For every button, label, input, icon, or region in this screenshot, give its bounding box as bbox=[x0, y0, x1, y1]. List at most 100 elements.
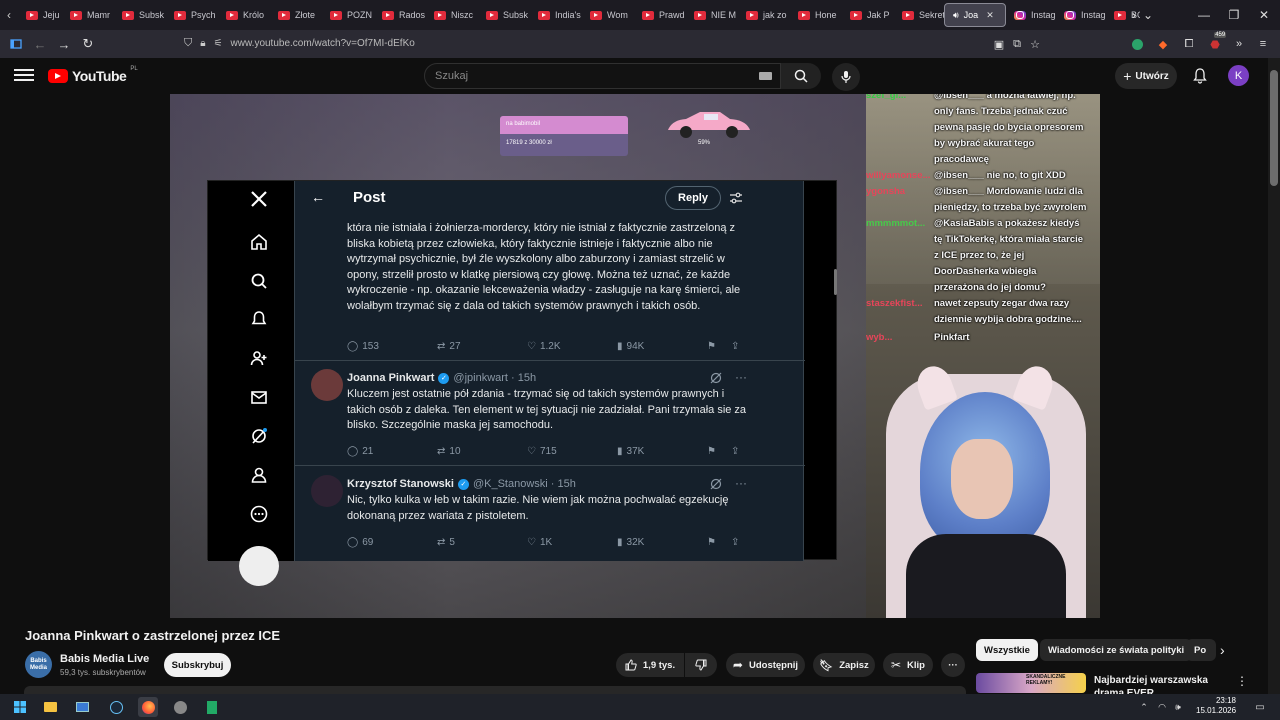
share-button[interactable]: ➦ Udostępnij bbox=[726, 653, 805, 677]
browser-tab[interactable]: Jeju Is bbox=[18, 0, 62, 30]
lock-icon[interactable]: 🔒︎ bbox=[200, 38, 205, 49]
pink-car-icon bbox=[668, 112, 750, 138]
tab-list-chevron-icon[interactable]: ⌄ bbox=[1130, 0, 1166, 30]
clip-button[interactable]: ✂ Klip bbox=[883, 653, 933, 677]
browser-tab[interactable]: Hone bbox=[790, 0, 842, 30]
fox-extension-icon[interactable]: ◆ bbox=[1154, 35, 1172, 53]
create-button[interactable]: + Utwórz bbox=[1115, 63, 1177, 89]
more-actions-button[interactable]: ··· bbox=[941, 653, 965, 677]
chip-more[interactable]: Po bbox=[1186, 639, 1216, 661]
calculator-icon[interactable] bbox=[202, 697, 222, 717]
windows-start-icon[interactable] bbox=[10, 697, 30, 717]
file-explorer-icon[interactable] bbox=[40, 697, 60, 717]
subscribe-button[interactable]: Subskrybuj bbox=[164, 653, 231, 677]
windows-taskbar: ⌃ ◠ 🕪︎ ▭ bbox=[0, 694, 1280, 720]
youtube-favicon-icon bbox=[642, 10, 654, 20]
related-video-title[interactable]: Najbardziej warszawska drama EVER bbox=[1094, 674, 1234, 694]
browser-tab[interactable]: Instag bbox=[1006, 0, 1056, 30]
browser-tab[interactable]: Psych bbox=[166, 0, 218, 30]
notifications-center-icon[interactable]: ▭ bbox=[1250, 697, 1270, 717]
address-bar[interactable]: ⛉ 🔒︎ ⚟ www.youtube.com/watch?v=Of7MI-dEf… bbox=[176, 32, 1052, 55]
tab-scroll-left-icon[interactable]: ‹ bbox=[0, 0, 18, 30]
app-menu-icon[interactable]: ≡ bbox=[1254, 35, 1272, 53]
browser-tab[interactable]: Jak P bbox=[842, 0, 894, 30]
adblock-extension-icon[interactable]: ⬣ 459 bbox=[1206, 31, 1227, 53]
browser-tab[interactable]: Rados bbox=[374, 0, 426, 30]
url-text[interactable]: www.youtube.com/watch?v=Of7MI-dEfKo bbox=[231, 38, 415, 49]
system-clock[interactable]: 23:18 15.01.2026 bbox=[1196, 696, 1236, 716]
keyboard-icon[interactable] bbox=[759, 72, 772, 80]
permissions-icon[interactable]: ⚟ bbox=[214, 38, 223, 49]
chat-message: staszekfist... nawet zepsuty zegar dwa ra… bbox=[860, 296, 1100, 312]
bookmark-star-icon[interactable]: ☆ bbox=[1026, 35, 1044, 53]
x-filter-icon bbox=[727, 189, 745, 207]
vpn-extension-icon[interactable] bbox=[1128, 35, 1146, 53]
back-icon[interactable]: ← bbox=[28, 32, 52, 56]
save-button[interactable]: 🔖︎ Zapisz bbox=[813, 653, 875, 677]
browser-tab[interactable]: Wom bbox=[582, 0, 634, 30]
like-button[interactable]: 1,9 tys. bbox=[616, 653, 684, 677]
tab-close-icon[interactable]: ✕ bbox=[986, 10, 994, 21]
search-input[interactable]: Szukaj bbox=[424, 63, 781, 89]
chat-message: przerażona do jej domu? bbox=[860, 280, 1100, 296]
youtube-favicon-icon bbox=[590, 10, 602, 20]
browser-tab[interactable]: Subsk bbox=[478, 0, 530, 30]
browser-tab[interactable]: POZN bbox=[322, 0, 374, 30]
browser-tab[interactable]: Subsk bbox=[114, 0, 166, 30]
related-more-icon[interactable]: ⋮ bbox=[1236, 674, 1248, 688]
browser-tab[interactable]: Królo bbox=[218, 0, 270, 30]
reload-icon[interactable]: ↻ bbox=[76, 32, 100, 56]
close-window-button[interactable]: ✕ bbox=[1246, 0, 1280, 30]
shield-icon[interactable]: ⛉ bbox=[184, 37, 192, 50]
speaker-icon[interactable]: 🔊︎ bbox=[953, 10, 959, 21]
browser-tab[interactable]: Sekret bbox=[894, 0, 944, 30]
channel-name[interactable]: Babis Media Live bbox=[60, 653, 149, 665]
more-dots-icon: ··· bbox=[735, 370, 747, 384]
chat-text: @ibsen___ a można łatwiej, np. bbox=[934, 94, 1076, 101]
youtube-logo-text: YouTube bbox=[72, 68, 127, 84]
chips-next-chevron-icon[interactable]: › bbox=[1220, 642, 1225, 658]
instagram-favicon-icon bbox=[1014, 10, 1026, 20]
browser-tab[interactable]: Prawd bbox=[634, 0, 686, 30]
dislike-button[interactable] bbox=[685, 653, 717, 677]
overflow-menu-icon[interactable]: » bbox=[1230, 35, 1248, 53]
messages-icon bbox=[249, 387, 269, 407]
firefox-icon[interactable] bbox=[138, 697, 158, 717]
steam-icon[interactable] bbox=[106, 697, 126, 717]
browser-tab-active[interactable]: 🔊︎ Joa ✕ bbox=[944, 3, 1006, 27]
browser-tab[interactable]: jak zo bbox=[738, 0, 790, 30]
tab-label: Niszc bbox=[451, 10, 473, 20]
volume-icon[interactable]: 🕪︎ bbox=[1168, 697, 1188, 717]
forward-icon[interactable]: → bbox=[52, 32, 76, 56]
vpn-app-icon[interactable] bbox=[170, 697, 190, 717]
reader-view-icon[interactable]: ▣ bbox=[990, 35, 1008, 53]
browser-tab[interactable]: Złote bbox=[270, 0, 322, 30]
picture-in-picture-icon[interactable]: ⧉ bbox=[1008, 35, 1026, 53]
search-button[interactable] bbox=[781, 63, 821, 89]
chip-politics[interactable]: Wiadomości ze świata polityki bbox=[1040, 639, 1193, 661]
tab-label: Rados bbox=[399, 10, 426, 20]
video-player[interactable]: na babimobil 17819 z 30000 zł 59% szef_g… bbox=[170, 94, 1100, 618]
related-video-thumbnail[interactable]: SKANDALICZNE REKLAMY! bbox=[976, 673, 1086, 693]
browser-tab[interactable]: Instag bbox=[1056, 0, 1106, 30]
browser-tab[interactable]: NIE M bbox=[686, 0, 738, 30]
monitor-app-icon[interactable] bbox=[72, 697, 92, 717]
browser-tab[interactable]: Niszc bbox=[426, 0, 478, 30]
description-box[interactable] bbox=[24, 686, 966, 694]
account-avatar[interactable]: K bbox=[1228, 65, 1249, 86]
guide-menu-icon[interactable] bbox=[14, 66, 34, 86]
tab-label: Hone bbox=[815, 10, 837, 20]
voice-search-button[interactable] bbox=[832, 63, 860, 91]
chat-text: only fans. Trzeba jednak czuć bbox=[934, 106, 1068, 117]
notifications-bell-icon[interactable] bbox=[1190, 66, 1210, 86]
repost-count: ⇄ 27 bbox=[437, 340, 461, 352]
browser-tab[interactable]: Mamr bbox=[62, 0, 114, 30]
sidebar-toggle-icon[interactable] bbox=[4, 32, 28, 56]
page-scrollbar-thumb[interactable] bbox=[1270, 70, 1278, 186]
chip-all[interactable]: Wszystkie bbox=[976, 639, 1038, 661]
channel-avatar[interactable]: Babis Media bbox=[25, 651, 52, 678]
youtube-logo[interactable]: YouTube PL bbox=[48, 66, 138, 84]
show-hidden-icons-chevron[interactable]: ⌃ bbox=[1134, 697, 1154, 717]
browser-tab[interactable]: India's bbox=[530, 0, 582, 30]
extensions-icon[interactable]: ⧠ bbox=[1180, 35, 1198, 53]
